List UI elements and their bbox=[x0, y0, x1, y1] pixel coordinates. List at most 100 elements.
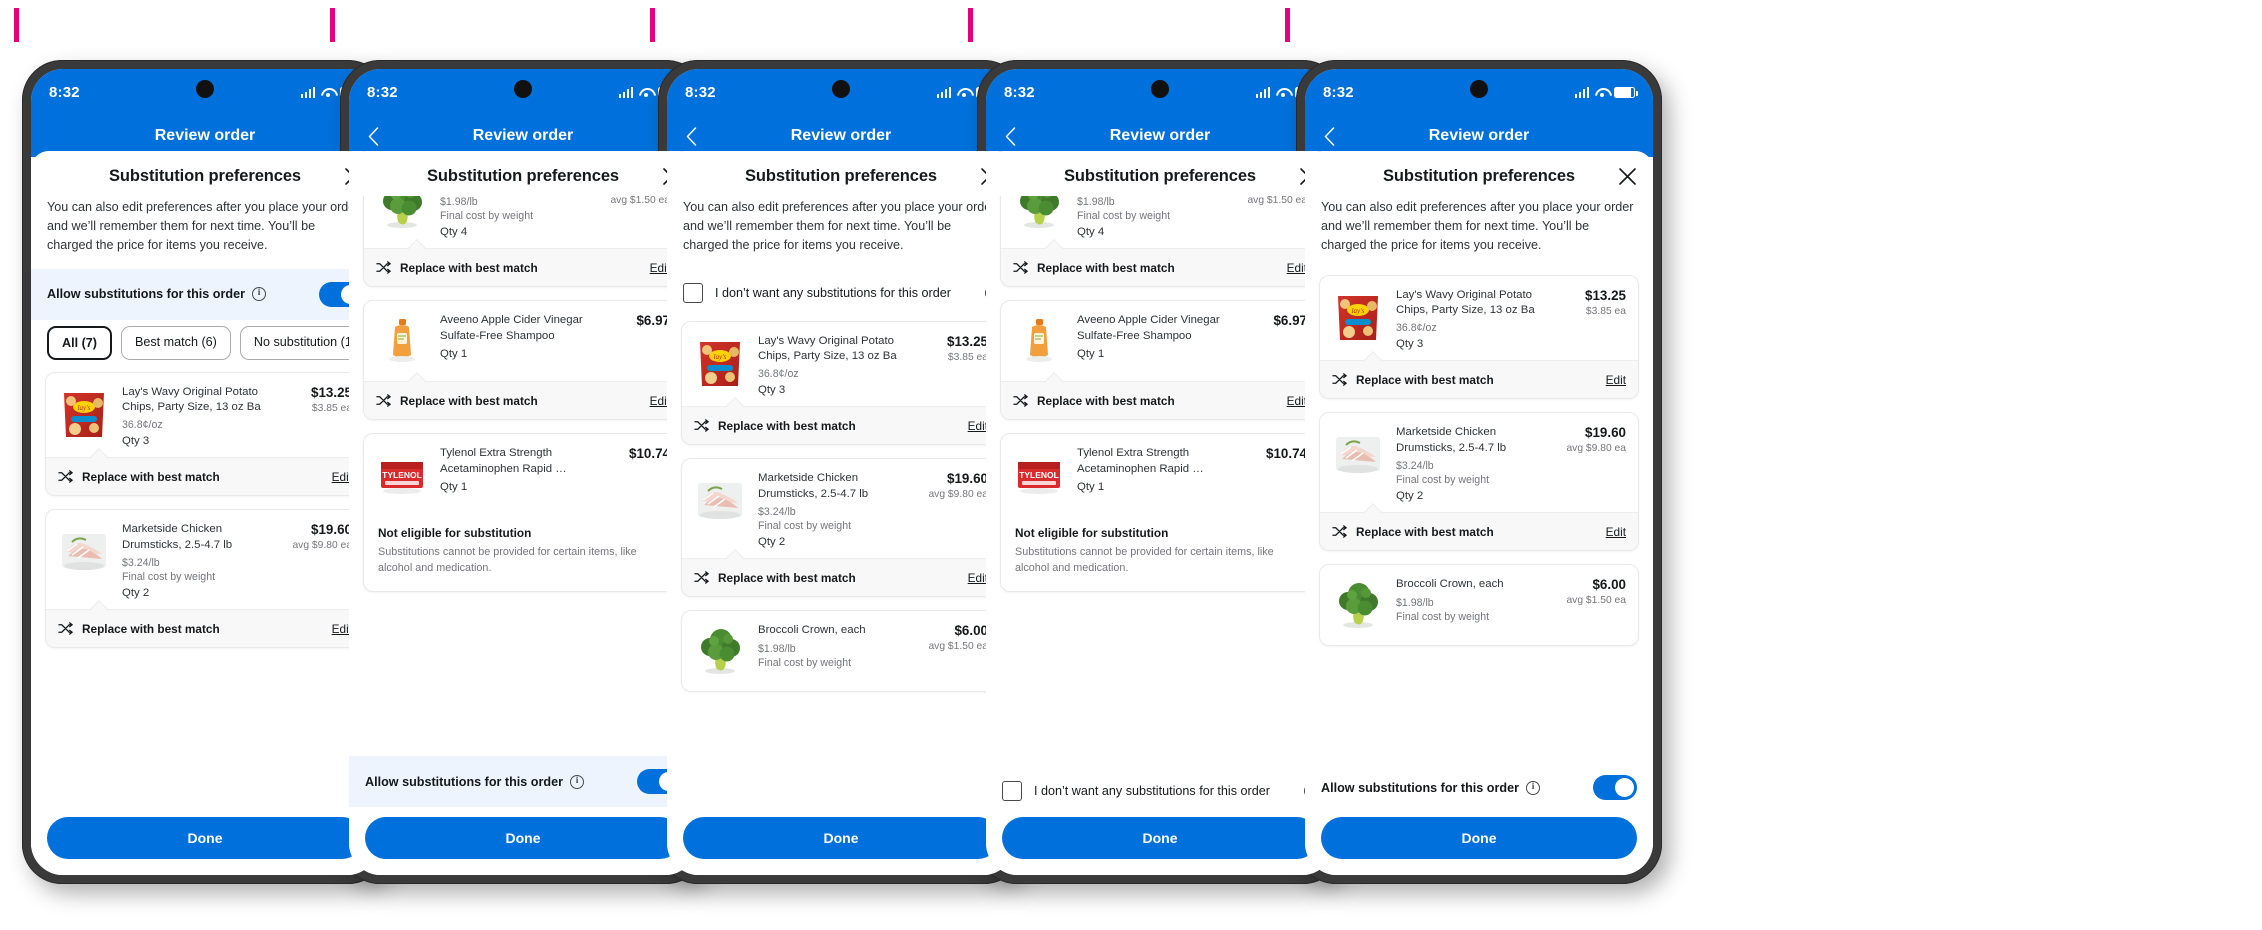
sheet-body[interactable]: Broccoli Crown, each $1.98/lb Final cost… bbox=[986, 196, 1334, 767]
item-card-footer[interactable]: Replace with best match Edit bbox=[682, 397, 1000, 445]
item-card-footer[interactable]: Replace with best match Edit bbox=[46, 600, 364, 648]
info-icon[interactable]: i bbox=[1526, 780, 1541, 795]
status-clock: 8:32 bbox=[367, 83, 398, 101]
allow-substitutions-row[interactable]: Allow substitutions for this order i bbox=[1305, 762, 1653, 813]
item-card-footer[interactable]: Replace with best match Edit bbox=[1001, 372, 1319, 420]
item-qty: Qty 1 bbox=[1077, 348, 1105, 361]
item-unit-price: $1.98/lb bbox=[1396, 596, 1434, 609]
item-card[interactable]: TYLENOL Tylenol Extra Strength Acetamino… bbox=[1000, 433, 1320, 592]
sheet-scroll[interactable]: You can also edit preferences after you … bbox=[1305, 196, 1653, 762]
sheet-scroll[interactable]: You can also edit preferences after you … bbox=[31, 196, 379, 807]
no-substitutions-checkbox[interactable] bbox=[683, 282, 703, 303]
chip-all[interactable]: All (7) bbox=[47, 325, 112, 360]
info-icon[interactable]: i bbox=[570, 774, 585, 789]
sheet-scroll[interactable]: Broccoli Crown, each $1.98/lb Final cost… bbox=[349, 196, 697, 756]
shuffle-icon bbox=[1013, 260, 1028, 275]
substitution-sheet: Substitution preferences You can also ed… bbox=[667, 151, 1015, 875]
status-clock: 8:32 bbox=[49, 83, 80, 101]
item-card[interactable]: Marketside Chicken Drumsticks, 2.5-4.7 l… bbox=[45, 509, 365, 649]
back-icon[interactable] bbox=[1317, 124, 1341, 148]
item-card-footer[interactable]: Replace with best match Edit bbox=[1320, 503, 1638, 551]
item-card-footer[interactable]: Replace with best match Edit bbox=[364, 372, 682, 420]
signal-icon bbox=[936, 86, 951, 98]
allow-substitutions-toggle[interactable] bbox=[1593, 775, 1637, 800]
item-card[interactable]: Aveeno Apple Cider Vinegar Sulfate-Free … bbox=[1000, 300, 1320, 421]
allow-substitutions-label: Allow substitutions for this order bbox=[47, 287, 246, 302]
info-icon[interactable]: i bbox=[252, 287, 267, 302]
item-card[interactable]: lay's Lay's Wavy Original Potato Chips, … bbox=[681, 320, 1001, 446]
allow-substitutions-row[interactable]: Allow substitutions for this order i bbox=[349, 756, 697, 807]
edit-button[interactable]: Edit bbox=[968, 571, 988, 585]
item-price-col: $6.00 avg $1.50 ea bbox=[922, 623, 988, 681]
nav-title: Review order bbox=[790, 127, 892, 144]
sheet-body[interactable]: You can also edit preferences after you … bbox=[667, 196, 1015, 807]
item-card[interactable]: lay's Lay's Wavy Original Potato Chips, … bbox=[1319, 274, 1639, 400]
sheet-header: Substitution preferences bbox=[349, 151, 697, 196]
wifi-icon bbox=[1276, 87, 1289, 97]
done-button[interactable]: Done bbox=[47, 817, 363, 859]
status-bar: 8:32 bbox=[667, 69, 1015, 115]
edit-button[interactable]: Edit bbox=[968, 419, 988, 433]
back-icon[interactable] bbox=[998, 124, 1022, 148]
svg-text:lay's: lay's bbox=[714, 353, 727, 361]
item-card[interactable]: Aveeno Apple Cider Vinegar Sulfate-Free … bbox=[363, 300, 683, 421]
item-card-footer[interactable]: Replace with best match Edit bbox=[1320, 351, 1638, 399]
back-icon[interactable] bbox=[679, 124, 703, 148]
item-unit-price: $1.98/lb bbox=[440, 196, 478, 209]
lays-chips-image: lay's bbox=[694, 334, 746, 392]
sheet-body[interactable]: You can also edit preferences after you … bbox=[1305, 196, 1653, 762]
item-qty: Qty 2 bbox=[758, 536, 786, 549]
item-card-footer[interactable]: Replace with best match Edit bbox=[682, 549, 1000, 597]
item-card[interactable]: TYLENOL Tylenol Extra Strength Acetamino… bbox=[363, 433, 683, 592]
item-avg-price: avg $9.80 ea bbox=[292, 540, 352, 552]
edit-button[interactable]: Edit bbox=[1606, 373, 1626, 387]
no-substitutions-row[interactable]: I don’t want any substitutions for this … bbox=[667, 268, 1015, 317]
replace-label: Replace with best match bbox=[400, 260, 538, 275]
back-icon[interactable] bbox=[361, 124, 385, 148]
item-card[interactable]: Marketside Chicken Drumsticks, 2.5-4.7 l… bbox=[681, 458, 1001, 598]
done-button[interactable]: Done bbox=[1002, 817, 1318, 859]
item-card[interactable]: lay's Lay's Wavy Original Potato Chips, … bbox=[45, 371, 365, 497]
edit-button[interactable]: Edit bbox=[1606, 525, 1626, 539]
item-price-col: $10.74 bbox=[623, 446, 670, 504]
close-icon[interactable] bbox=[1615, 164, 1639, 188]
nav-title: Review order bbox=[154, 127, 256, 144]
item-price: $6.97 bbox=[1273, 313, 1307, 329]
sheet-header: Substitution preferences bbox=[31, 151, 379, 196]
camera-notch-icon bbox=[514, 80, 532, 98]
item-card[interactable]: Broccoli Crown, each $1.98/lb Final cost… bbox=[363, 196, 683, 288]
edit-button[interactable]: Edit bbox=[1287, 261, 1307, 275]
item-card[interactable]: Marketside Chicken Drumsticks, 2.5-4.7 l… bbox=[1319, 412, 1639, 552]
sheet-body[interactable]: You can also edit preferences after you … bbox=[31, 196, 379, 807]
edit-button[interactable]: Edit bbox=[1287, 394, 1307, 408]
no-substitutions-checkbox[interactable] bbox=[1002, 781, 1022, 801]
filter-chips[interactable]: All (7) Best match (6) No substitution (… bbox=[31, 320, 379, 372]
done-button[interactable]: Done bbox=[683, 817, 999, 859]
sheet-footer: Done bbox=[31, 807, 379, 875]
status-clock: 8:32 bbox=[1004, 83, 1035, 101]
no-substitutions-row[interactable]: I don’t want any substitutions for this … bbox=[986, 767, 1334, 815]
sheet-title: Substitution preferences bbox=[745, 167, 937, 185]
item-card-list: lay's Lay's Wavy Original Potato Chips, … bbox=[31, 371, 379, 649]
broccoli-image bbox=[376, 196, 428, 235]
svg-text:lay's: lay's bbox=[78, 404, 91, 412]
marker-1 bbox=[14, 8, 19, 42]
item-card[interactable]: Broccoli Crown, each $1.98/lb Final cost… bbox=[1000, 196, 1320, 288]
item-card-footer[interactable]: Replace with best match Edit bbox=[364, 239, 682, 287]
chip-best-match[interactable]: Best match (6) bbox=[120, 325, 231, 360]
item-card-footer[interactable]: Replace with best match Edit bbox=[46, 448, 364, 496]
item-card-top: Marketside Chicken Drumsticks, 2.5-4.7 l… bbox=[682, 459, 1000, 558]
sheet-scroll[interactable]: Broccoli Crown, each $1.98/lb Final cost… bbox=[986, 196, 1334, 767]
item-card[interactable]: Broccoli Crown, each $1.98/lb Final cost… bbox=[681, 610, 1001, 693]
item-price: $19.60 bbox=[947, 471, 988, 487]
sheet-footer: Done bbox=[349, 807, 697, 875]
done-button[interactable]: Done bbox=[1321, 817, 1637, 859]
not-eligible-text: Substitutions cannot be provided for cer… bbox=[1015, 546, 1274, 575]
sheet-scroll[interactable]: You can also edit preferences after you … bbox=[667, 196, 1015, 807]
item-card[interactable]: Broccoli Crown, each $1.98/lb Final cost… bbox=[1319, 564, 1639, 647]
item-card-footer[interactable]: Replace with best match Edit bbox=[1001, 239, 1319, 287]
sheet-body[interactable]: Broccoli Crown, each $1.98/lb Final cost… bbox=[349, 196, 697, 756]
item-final-cost-note: Final cost by weight bbox=[1077, 210, 1171, 223]
allow-substitutions-row[interactable]: Allow substitutions for this order i bbox=[31, 268, 379, 320]
done-button[interactable]: Done bbox=[365, 817, 681, 859]
